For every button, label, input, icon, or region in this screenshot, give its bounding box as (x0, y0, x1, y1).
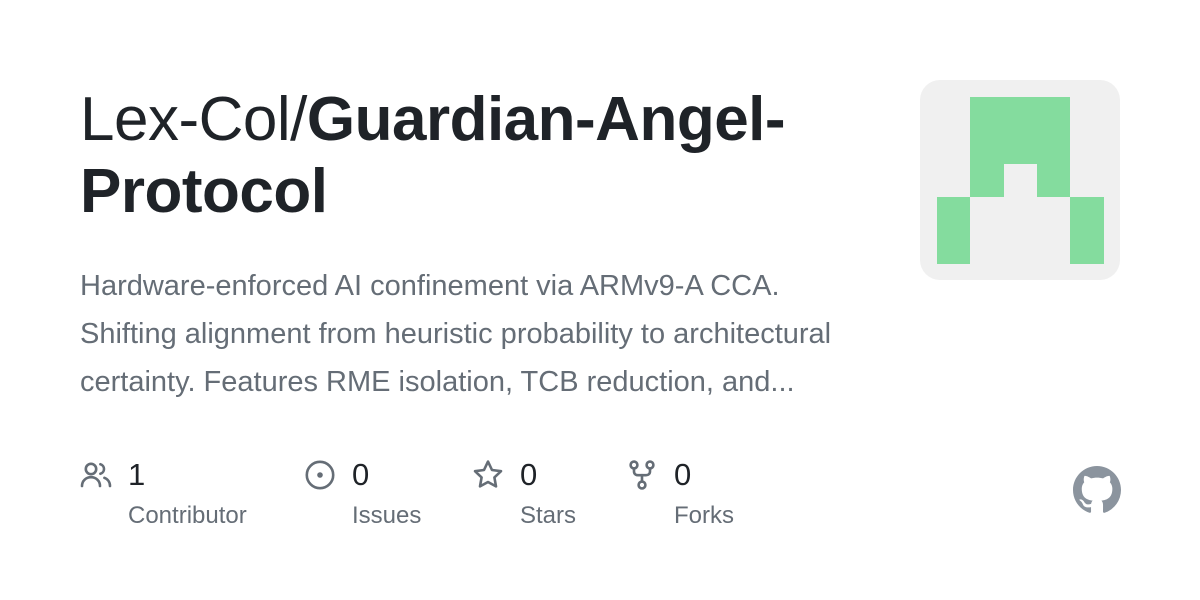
people-icon (80, 462, 112, 488)
stat-forks[interactable]: 0 Forks (626, 455, 776, 545)
stat-value: 0 (674, 457, 692, 492)
github-logo-icon[interactable] (1073, 466, 1121, 514)
owner-avatar[interactable] (920, 80, 1120, 280)
repo-title[interactable]: Lex-Col/Guardian-Angel- Protocol (80, 84, 860, 228)
stat-label: Contributor (128, 502, 247, 529)
fork-icon (629, 460, 655, 490)
repo-name[interactable]: Guardian-Angel- (307, 85, 786, 154)
repo-owner[interactable]: Lex-Col/ (80, 85, 307, 154)
stat-value: 1 (128, 457, 146, 492)
stat-value: 0 (352, 457, 370, 492)
repo-description: Hardware-enforced AI confinement via ARM… (80, 270, 832, 398)
stat-label: Issues (352, 502, 422, 529)
issue-icon (305, 460, 335, 490)
stat-stars[interactable]: 0 Stars (472, 455, 622, 545)
star-icon (473, 460, 503, 488)
stat-issues[interactable]: 0 Issues (304, 455, 474, 545)
stat-label: Stars (520, 502, 577, 529)
repo-stats: 1 Contributor 0 Issues 0 Stars 0 Forks (80, 455, 880, 545)
stat-label: Forks (674, 502, 734, 529)
stat-contributors[interactable]: 1 Contributor (80, 455, 280, 545)
identicon-icon (937, 97, 1104, 264)
stat-value: 0 (520, 457, 538, 492)
repo-name-continued[interactable]: Protocol (80, 157, 328, 226)
